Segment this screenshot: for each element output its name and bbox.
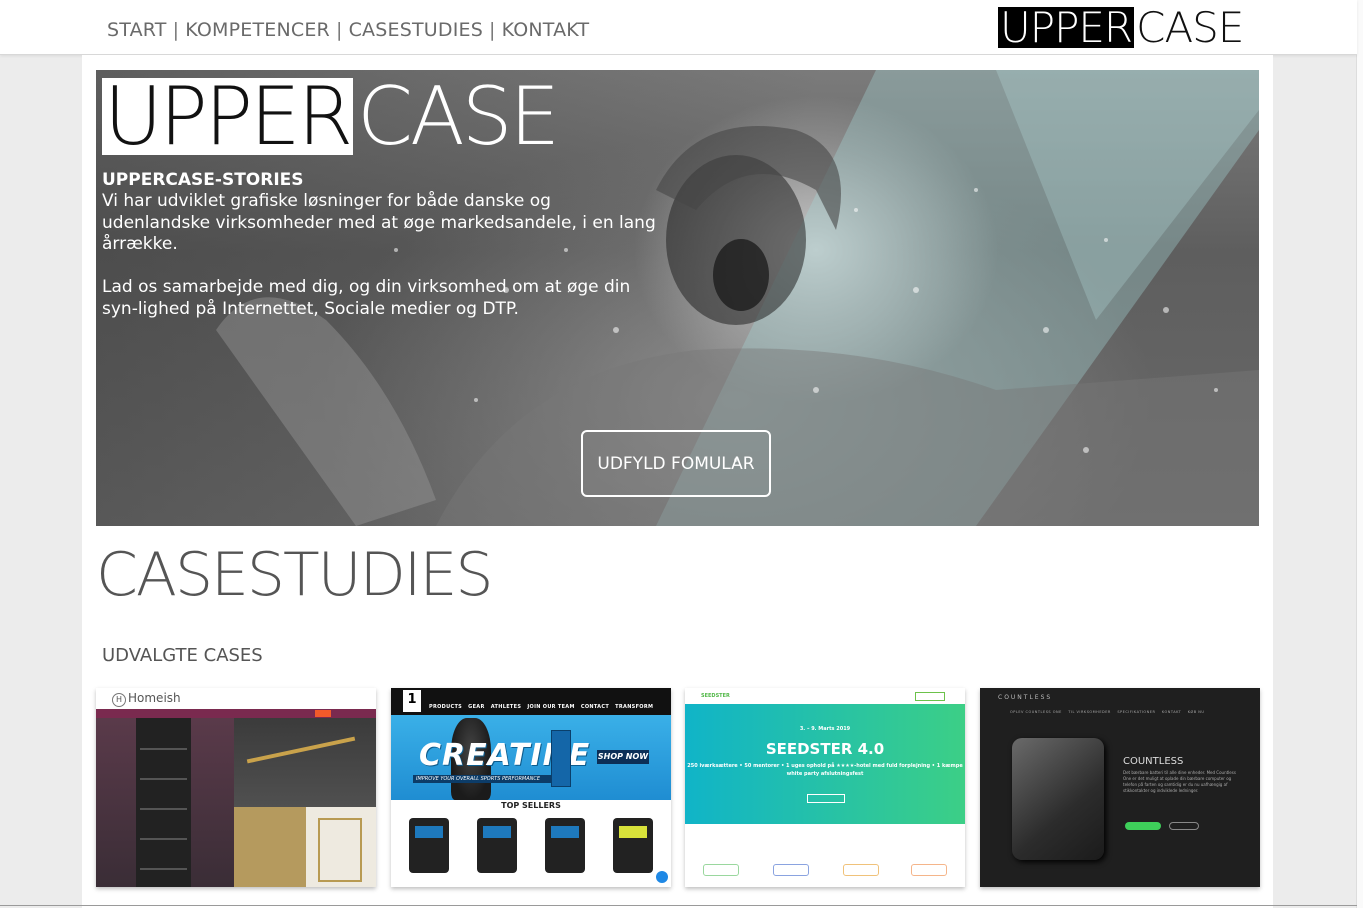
hero-logo: UPPER CASE — [102, 70, 560, 163]
seedster-sponsor — [703, 864, 739, 876]
pharm-logo: 1 — [403, 690, 421, 712]
page-edge — [1356, 0, 1363, 908]
pharm-product — [545, 818, 585, 873]
seedster-sponsor — [773, 864, 809, 876]
hero-logo-case: CASE — [357, 70, 560, 163]
hero-banner: UPPER CASE UPPERCASE-STORIES Vi har udvik… — [96, 70, 1259, 526]
pharm-shop-button: SHOP NOW — [597, 750, 649, 764]
countless-text: Det bærbare batteri til alle dine enhede… — [1123, 770, 1236, 793]
countless-logo: COUNTLESS — [998, 694, 1053, 701]
seedster-sponsor — [843, 864, 879, 876]
homeish-image-lamp — [234, 718, 376, 807]
homeish-image-trolley — [234, 807, 306, 887]
homeish-nav — [96, 709, 376, 718]
nav-start[interactable]: START — [107, 19, 167, 41]
seedster-headline: SEEDSTER 4.0 — [765, 740, 885, 758]
homeish-logo-icon: H — [112, 693, 126, 707]
case-thumbnail-countless[interactable]: COUNTLESS OPLEV COUNTLESS ONE TIL VIRKSO… — [980, 688, 1260, 887]
seedster-sponsor — [911, 864, 947, 876]
top-bar: START | KOMPETENCER | CASESTUDIES | KONTAKT UP… — [0, 0, 1357, 55]
seedster-dates: 3. – 9. Marts 2019 — [799, 726, 851, 732]
hero-title: UPPERCASE-STORIES — [102, 170, 304, 190]
hero-text: Vi har udviklet grafiske løsninger for b… — [102, 191, 662, 342]
case-thumbnail-homeish[interactable]: H Homeish — [96, 688, 376, 887]
seedster-banner: 3. – 9. Marts 2019 SEEDSTER 4.0 250 ivær… — [685, 704, 965, 824]
seedster-header-button — [915, 692, 945, 701]
pharm-product — [613, 818, 653, 873]
nav-separator: | — [335, 19, 343, 41]
nav-kompetencer[interactable]: KOMPETENCER — [185, 19, 330, 41]
seedster-cta — [807, 794, 845, 803]
hero-paragraph: Lad os samarbejde med dig, og din virkso… — [102, 277, 631, 319]
hero-logo-upper: UPPER — [102, 77, 353, 157]
seedster-logo: SEEDSTER — [701, 693, 730, 699]
nav-separator: | — [488, 19, 496, 41]
homeish-sale-tag — [315, 710, 331, 717]
pharm-menu: PRODUCTS GEAR ATHLETES JOIN OUR TEAM CON… — [429, 704, 654, 710]
casestudies-title: CASESTUDIES — [96, 540, 493, 610]
pharm-header — [391, 688, 671, 715]
countless-readmore-button — [1169, 822, 1199, 830]
countless-buy-button — [1125, 822, 1161, 830]
pharm-top-sellers: TOP SELLERS — [501, 801, 561, 810]
logo-case: CASE — [1136, 3, 1244, 52]
homeish-logo: H Homeish — [112, 691, 181, 707]
case-thumbnail-1pharm[interactable]: 1 PRODUCTS GEAR ATHLETES JOIN OUR TEAM C… — [391, 688, 671, 887]
nav-separator: | — [172, 19, 180, 41]
site-logo[interactable]: UPPER CASE — [998, 3, 1244, 52]
pharm-product — [409, 818, 449, 873]
countless-headline: COUNTLESS — [1123, 756, 1184, 767]
countless-menu: OPLEV COUNTLESS ONE TIL VIRKSOMHEDER SPE… — [1010, 710, 1205, 714]
chat-icon — [656, 871, 668, 883]
seedster-text: 250 iværksættere • 50 mentorer • 1 uges … — [687, 763, 963, 777]
form-cta-button[interactable]: UDFYLD FOMULAR — [581, 430, 771, 497]
main-nav: START | KOMPETENCER | CASESTUDIES | KONTAKT — [107, 19, 589, 41]
nav-casestudies[interactable]: CASESTUDIES — [349, 19, 483, 41]
homeish-gold-frame — [318, 818, 362, 882]
homeish-shelf — [136, 718, 191, 887]
page-divider — [0, 905, 1357, 906]
logo-upper: UPPER — [998, 3, 1135, 52]
hero-paragraph: Vi har udviklet grafiske løsninger for b… — [102, 191, 656, 254]
pharm-product-tub — [551, 730, 571, 787]
casestudies-subtitle: UDVALGTE CASES — [102, 645, 263, 666]
homeish-name: Homeish — [128, 691, 181, 705]
case-thumbnail-seedster[interactable]: SEEDSTER 3. – 9. Marts 2019 SEEDSTER 4.0… — [685, 688, 965, 887]
nav-kontakt[interactable]: KONTAKT — [502, 19, 590, 41]
pharm-tagline: IMPROVE YOUR OVERALL SPORTS PERFORMANCE — [413, 775, 551, 783]
pharm-product — [477, 818, 517, 873]
countless-device — [1012, 738, 1104, 860]
